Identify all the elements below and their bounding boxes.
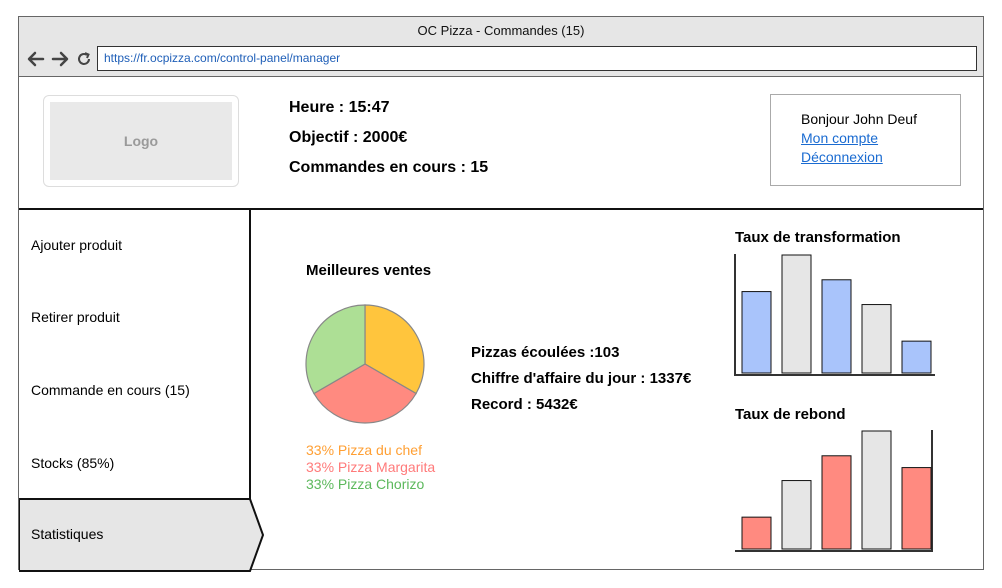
pie-legend: 33% Pizza du chef 33% Pizza Margarita 33…: [306, 442, 435, 493]
transformation-rate-chart: [734, 254, 935, 376]
best-sales-title: Meilleures ventes: [306, 262, 432, 279]
transformation-bar-4: [861, 304, 892, 374]
transformation-bar-1: [741, 291, 772, 374]
logout-link[interactable]: Déconnexion: [801, 149, 960, 165]
sidebar-item-orders[interactable]: Commande en cours (15): [31, 382, 190, 398]
transformation-rate-title: Taux de transformation: [735, 229, 901, 246]
daily-revenue: Chiffre d'affaire du jour : 1337€: [471, 370, 692, 387]
legend-item-margarita: 33% Pizza Margarita: [306, 459, 436, 475]
nav-controls: [27, 49, 93, 69]
sidebar-item-statistics[interactable]: Statistiques: [19, 498, 265, 572]
sidebar-item-add-product[interactable]: Ajouter produit: [31, 237, 122, 253]
logo-placeholder: Logo: [50, 102, 232, 180]
back-arrow-icon[interactable]: [27, 50, 45, 68]
account-link[interactable]: Mon compte: [801, 130, 960, 146]
browser-titlebar: OC Pizza - Commandes (15) https://fr.ocp…: [19, 17, 983, 77]
transformation-bar-3: [821, 279, 852, 374]
legend-item-chef: 33% Pizza du chef: [306, 442, 422, 458]
forward-arrow-icon[interactable]: [51, 50, 69, 68]
bounce-bar-2: [781, 480, 812, 550]
sidebar: Ajouter produit Retirer produit Commande…: [19, 210, 265, 572]
bounce-bar-5: [901, 467, 932, 550]
window-title: OC Pizza - Commandes (15): [417, 23, 585, 38]
sidebar-item-statistics-label: Statistiques: [31, 526, 104, 542]
pizzas-sold: Pizzas écoulées :103: [471, 344, 620, 361]
transformation-bar-5: [901, 340, 932, 374]
legend-item-chorizo: 33% Pizza Chorizo: [306, 476, 425, 492]
header-stats: Heure : 15:47 Objectif : 2000€ Commandes…: [289, 99, 488, 189]
daily-stats: Pizzas écoulées :103 Chiffre d'affaire d…: [471, 344, 691, 422]
sidebar-item-stocks[interactable]: Stocks (85%): [31, 455, 114, 471]
orders-in-progress: Commandes en cours : 15: [289, 159, 489, 176]
logo: Logo: [43, 95, 239, 187]
user-greeting: Bonjour John Deuf: [801, 111, 917, 127]
bounce-bar-1: [741, 516, 772, 550]
sidebar-divider: [249, 210, 251, 499]
bounce-bar-4: [861, 430, 892, 550]
objective: Objectif : 2000€: [289, 129, 408, 146]
best-sales-pie-chart: [305, 304, 425, 424]
sidebar-item-remove-product[interactable]: Retirer produit: [31, 309, 120, 325]
transformation-bar-2: [781, 254, 812, 374]
bounce-bar-3: [821, 455, 852, 550]
url-bar[interactable]: https://fr.ocpizza.com/control-panel/man…: [97, 46, 977, 71]
user-panel: Bonjour John Deuf Mon compte Déconnexion: [770, 94, 961, 186]
current-time: Heure : 15:47: [289, 99, 390, 116]
reload-icon[interactable]: [75, 50, 93, 68]
record: Record : 5432€: [471, 396, 578, 413]
bounce-rate-title: Taux de rebond: [735, 406, 846, 423]
bounce-rate-chart: [735, 430, 933, 552]
page-header: Logo Heure : 15:47 Objectif : 2000€ Comm…: [19, 77, 983, 210]
